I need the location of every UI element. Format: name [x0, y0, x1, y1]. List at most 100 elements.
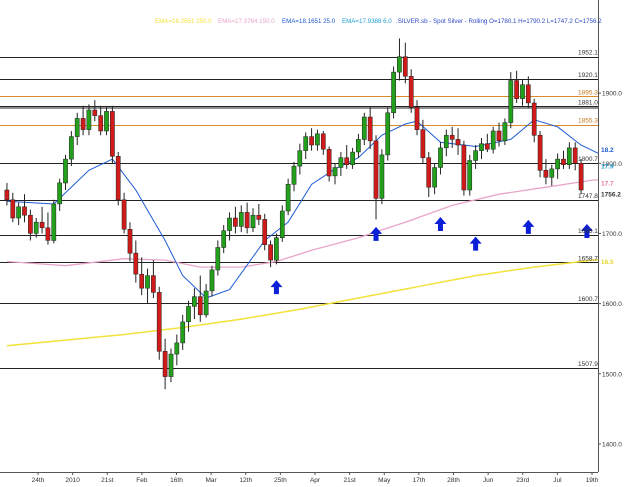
candle-body-40: [238, 212, 244, 227]
candle-body-26: [156, 292, 162, 352]
x-tick-label-11: 17th: [413, 477, 426, 484]
candle-body-44: [262, 219, 268, 245]
ema-6-label: EMA=17.9388 6.0: [342, 18, 392, 25]
candle-body-23: [139, 273, 145, 289]
candle-body-33: [197, 296, 203, 316]
candle-body-52: [309, 136, 314, 146]
y-tick-label-2: 1600.0: [602, 301, 622, 308]
candle-body-41: [244, 212, 250, 229]
candle-body-31: [186, 306, 191, 323]
candle-body-27: [162, 351, 168, 377]
candle-body-63: [373, 140, 379, 199]
candle-body-20: [121, 199, 127, 230]
candle-body-3: [22, 206, 27, 216]
candle-body-9: [57, 182, 62, 205]
y-tick-label-0: 1400.0: [602, 441, 622, 448]
candle-body-65: [385, 112, 391, 156]
candle-body-60: [356, 139, 361, 153]
candle-body-84: [496, 130, 502, 142]
level-label-3: 1881.0: [578, 99, 598, 106]
x-tick-label-6: 12th: [239, 477, 252, 484]
candle-body-61: [361, 116, 367, 140]
candle-body-81: [479, 143, 484, 151]
candle-body-7: [45, 227, 51, 241]
candle-body-57: [338, 157, 344, 168]
candle-body-2: [16, 206, 21, 219]
candle-body-4: [28, 214, 33, 234]
candle-body-80: [473, 150, 478, 161]
level-label-8: 1658.7: [578, 255, 598, 262]
candle-body-42: [250, 214, 256, 229]
right-value-label-2: 17.7: [601, 180, 614, 187]
ema-25-label: EMA=18.1651 25.0: [282, 18, 336, 25]
candle-body-67: [397, 56, 402, 73]
candle-body-83: [490, 130, 496, 150]
candle-body-69: [408, 76, 414, 108]
candle-body-90: [531, 102, 537, 136]
candle-body-79: [467, 160, 473, 191]
candle-body-53: [315, 133, 320, 146]
candle-body-11: [69, 136, 74, 160]
candle-body-98: [578, 163, 584, 191]
candle-body-93: [549, 168, 555, 178]
y-tick-label-3: 1700.0: [602, 231, 622, 238]
x-tick-label-4: 16th: [170, 477, 183, 484]
x-tick-label-5: Mar: [206, 477, 218, 484]
candle-body-59: [350, 151, 355, 165]
chart-header: EMA=16.2651 250.0 EMA=17.3764 150.0 EMA=…: [155, 18, 602, 25]
candle-body-66: [391, 71, 396, 114]
candle-body-96: [566, 147, 572, 165]
candle-body-17: [104, 111, 109, 132]
candle-body-29: [174, 342, 180, 355]
chart-container: 1400.0 1500.0 1600.0 1700.0 1800.0 1900.0 1952…: [0, 0, 625, 487]
level-label-2: 1895.3: [578, 89, 598, 96]
x-tick-label-10: May: [378, 477, 391, 484]
candle-body-71: [420, 129, 426, 158]
candle-body-74: [438, 147, 443, 168]
candle-body-95: [561, 158, 566, 165]
candle-body-78: [461, 144, 467, 191]
x-tick-label-1: 2010: [65, 477, 80, 484]
candle-body-55: [326, 149, 332, 177]
chart-background: [0, 0, 625, 487]
candle-body-46: [274, 237, 279, 261]
x-tick-label-13: Jun: [483, 477, 494, 484]
candle-body-58: [344, 157, 350, 165]
right-value-label-3: 16.5: [601, 259, 614, 266]
candle-body-72: [426, 157, 432, 188]
candle-body-76: [449, 134, 455, 140]
y-tick-label-1: 1500.0: [602, 371, 622, 378]
ema-250-label: EMA=16.2651 250.0: [155, 18, 212, 25]
instrument-label: .SILVER.sb - Spot Silver - Rolling O=178…: [396, 18, 602, 25]
candle-body-16: [98, 115, 104, 132]
candlestick-chart: 1400.01500.01600.01700.01800.01900.01952…: [0, 0, 625, 487]
candle-body-6: [39, 221, 45, 229]
candle-body-5: [33, 221, 39, 234]
candle-body-8: [51, 203, 57, 241]
candle-body-28: [168, 353, 174, 377]
candle-body-64: [379, 154, 385, 199]
candle-body-37: [221, 230, 227, 248]
candle-body-89: [525, 84, 531, 104]
candle-body-45: [268, 244, 273, 261]
candle-body-43: [256, 214, 262, 220]
level-label-4: 1855.3: [578, 118, 598, 125]
ema-150-label: EMA=17.3764 150.0: [218, 18, 275, 25]
candle-body-35: [209, 269, 215, 292]
candle-body-48: [285, 184, 291, 212]
candle-body-13: [80, 118, 86, 130]
level-label-10: 1507.9: [578, 361, 598, 368]
candle-body-91: [537, 134, 543, 171]
level-label-6: 1747.8: [578, 193, 598, 200]
x-tick-label-3: Feb: [136, 477, 148, 484]
candle-body-32: [192, 296, 197, 307]
candle-body-36: [215, 247, 221, 271]
candle-body-70: [414, 106, 420, 130]
candle-body-49: [291, 165, 297, 185]
right-value-label-0: 18.2: [601, 147, 614, 154]
candle-body-30: [180, 321, 186, 344]
candle-body-1: [10, 199, 16, 219]
candle-body-14: [86, 109, 92, 130]
y-tick-label-5: 1900.0: [602, 91, 622, 98]
candle-body-54: [320, 133, 326, 150]
